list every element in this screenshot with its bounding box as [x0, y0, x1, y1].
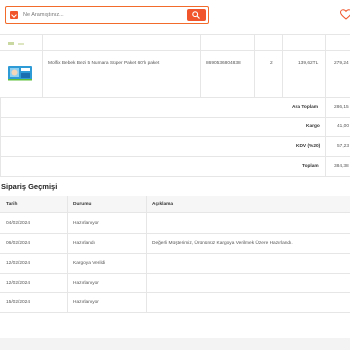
search-bar: [5, 6, 209, 24]
heart-icon[interactable]: [340, 9, 350, 20]
summary-value-shipping: 41,00: [337, 124, 350, 129]
product-quantity: 2: [270, 61, 273, 66]
column-divider: [200, 34, 201, 97]
row-divider: [0, 136, 350, 137]
history-table-header: [0, 196, 350, 212]
row-divider: [0, 312, 350, 313]
product-name[interactable]: Molfix Bebek Bezi 5 Numara Süper Paket 6…: [48, 61, 159, 66]
row-divider: [0, 253, 350, 254]
history-date: 04/02/2024: [6, 221, 31, 226]
history-date: 12/02/2024: [6, 261, 31, 266]
history-status: Hazırlandı: [73, 241, 95, 246]
search-button[interactable]: [187, 8, 206, 21]
row-divider: [0, 233, 350, 234]
summary-label-vat: KDV (%20): [296, 144, 321, 149]
column-divider: [325, 34, 326, 176]
history-note: Değerli Müşterimiz, Ürününüz Kargoya Ver…: [152, 241, 293, 246]
product-unit-price: 139,62TL: [298, 61, 319, 66]
row-divider: [0, 176, 350, 177]
summary-value-total: 384,38: [334, 164, 349, 169]
top-header: [0, 0, 350, 34]
history-status: Kargoya Verildi: [73, 261, 106, 266]
history-status: Hazırlanıyor: [73, 281, 99, 286]
column-divider: [146, 196, 147, 312]
row-divider: [0, 273, 350, 274]
product-total: 279,24: [334, 61, 349, 66]
order-history-title: Sipariş Geçmişi: [1, 182, 58, 191]
product-thumbnail-partial: [6, 33, 28, 45]
row-divider: [0, 50, 350, 51]
summary-label-shipping: Kargo: [306, 124, 320, 129]
search-icon: [192, 10, 200, 19]
product-image[interactable]: [7, 64, 33, 82]
row-divider: [0, 212, 350, 213]
column-header-status: Durumu: [73, 202, 92, 207]
table-border: [0, 34, 350, 35]
row-divider: [0, 97, 350, 98]
row-divider: [0, 156, 350, 157]
row-divider: [0, 117, 350, 118]
column-divider: [254, 34, 255, 97]
history-date: 12/02/2024: [6, 281, 31, 286]
summary-value-vat: 57,23: [337, 144, 350, 149]
history-status: Hazırlanıyor: [73, 300, 99, 305]
search-input[interactable]: [23, 9, 183, 21]
history-status: Hazırlanıyor: [73, 221, 99, 226]
history-date: 15/02/2024: [6, 300, 31, 305]
summary-label-total: Toplam: [302, 164, 319, 169]
row-divider: [0, 292, 350, 293]
summary-value-subtotal: 286,15: [334, 105, 349, 110]
summary-label-subtotal: Ara Toplam: [292, 105, 319, 110]
column-divider: [282, 34, 283, 97]
column-divider: [42, 34, 43, 97]
footer-bar: [0, 338, 350, 350]
product-barcode: 8690536804838: [206, 61, 241, 66]
column-divider: [67, 196, 68, 312]
history-date: 06/02/2024: [6, 241, 31, 246]
column-divider: [0, 97, 1, 176]
column-header-date: Tarih: [6, 202, 18, 207]
column-header-note: Açıklama: [152, 202, 174, 207]
category-dropdown-icon[interactable]: [10, 11, 18, 19]
